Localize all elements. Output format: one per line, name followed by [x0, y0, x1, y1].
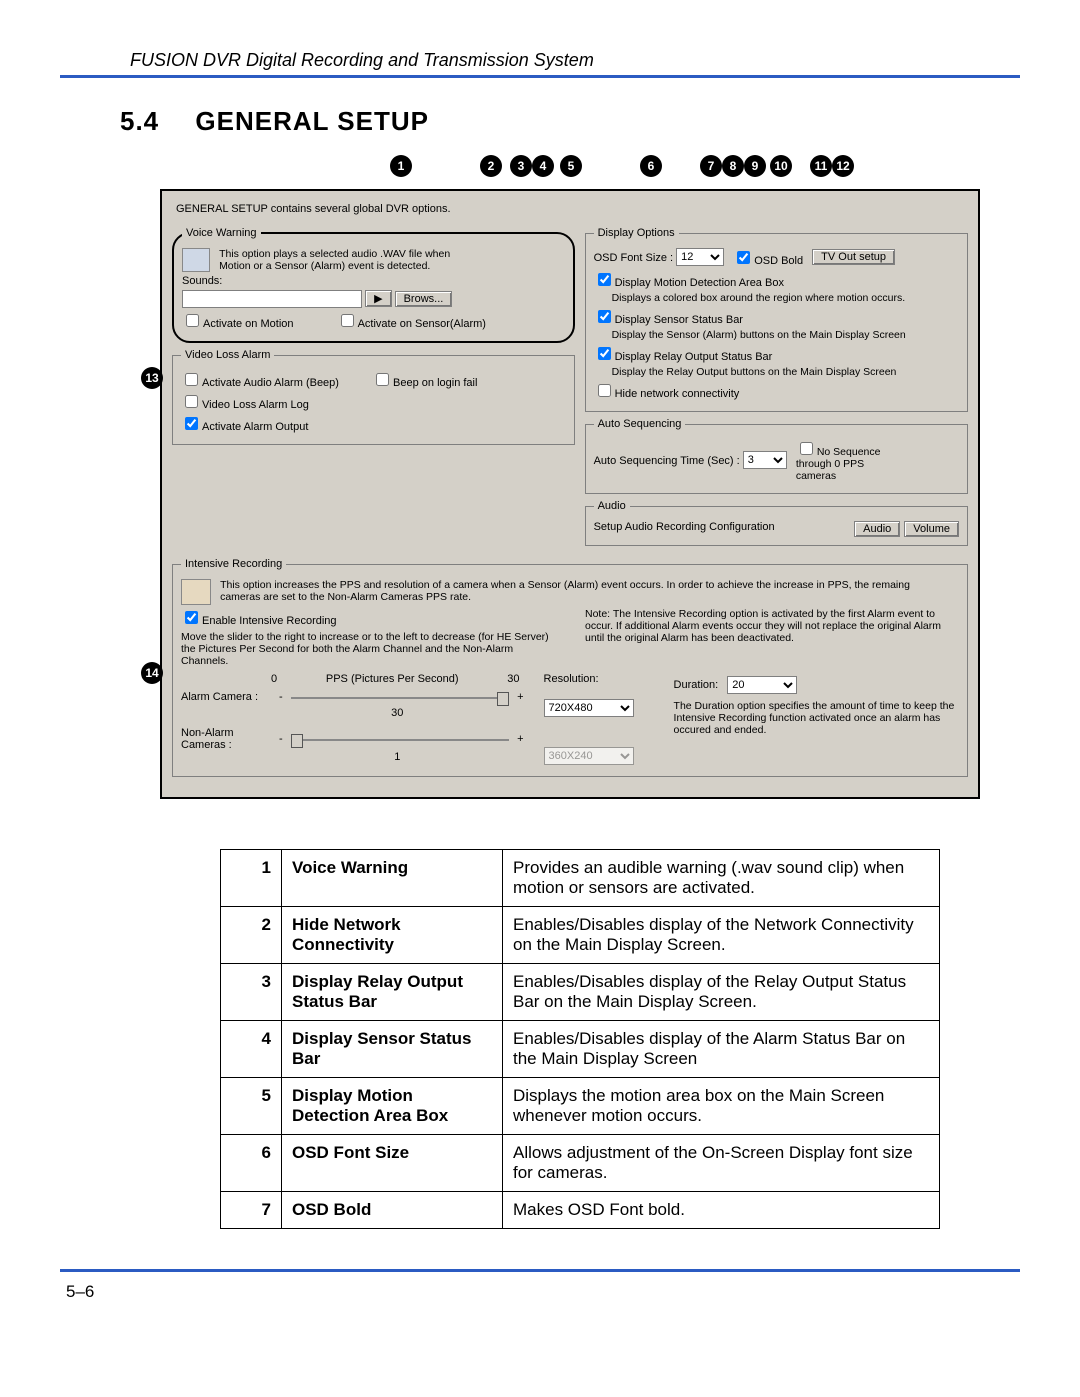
voice-warning-desc: This option plays a selected audio .WAV … — [219, 248, 479, 272]
auto-seq-time-select[interactable]: 3 — [743, 451, 787, 469]
intensive-recording-group: 14 Intensive Recording This option incre… — [172, 558, 968, 777]
non-alarm-camera-slider[interactable] — [291, 733, 509, 747]
display-sensor-bar[interactable]: Display Sensor Status Bar — [594, 314, 743, 326]
section-title: GENERAL SETUP — [195, 106, 429, 136]
browse-button[interactable]: Brows... — [395, 291, 453, 307]
camera-icon — [181, 579, 211, 605]
callout-11: 11 — [810, 155, 832, 177]
voice-warning-group: Voice Warning This option plays a select… — [172, 227, 575, 343]
table-row: 7OSD BoldMakes OSD Font bold. — [221, 1192, 940, 1229]
table-row: 6OSD Font SizeAllows adjustment of the O… — [221, 1135, 940, 1192]
display-motion-box-desc: Displays a colored box around the region… — [594, 292, 959, 304]
alarm-camera-value: 30 — [181, 707, 524, 719]
callout-7: 7 — [700, 155, 722, 177]
callout-4: 4 — [532, 155, 554, 177]
osd-font-size-label: OSD Font Size : — [594, 252, 673, 264]
callout-10: 10 — [770, 155, 792, 177]
voice-warning-legend: Voice Warning — [182, 227, 261, 239]
table-row: 1Voice WarningProvides an audible warnin… — [221, 850, 940, 907]
display-sensor-bar-desc: Display the Sensor (Alarm) buttons on th… — [594, 329, 959, 341]
table-row: 4Display Sensor Status BarEnables/Disabl… — [221, 1021, 940, 1078]
duration-label: Duration: — [674, 679, 719, 691]
audio-group: Audio Setup Audio Recording Configuratio… — [585, 500, 968, 546]
callout-9: 9 — [744, 155, 766, 177]
audio-legend: Audio — [594, 500, 630, 512]
sounds-label: Sounds: — [182, 275, 565, 287]
callout-3: 3 — [510, 155, 532, 177]
non-alarm-camera-label: Non-Alarm Cameras : — [181, 727, 271, 751]
intensive-desc: This option increases the PPS and resolu… — [220, 579, 936, 603]
no-sequence-0pps[interactable]: No Sequence through 0 PPS cameras — [796, 439, 906, 482]
play-button[interactable]: ▶ — [365, 290, 391, 307]
enable-intensive-recording[interactable]: Enable Intensive Recording — [181, 615, 337, 627]
callout-1: 1 — [390, 155, 412, 177]
callout-8: 8 — [722, 155, 744, 177]
auto-seq-time-label: Auto Sequencing Time (Sec) : — [594, 455, 740, 467]
callout-14: 14 — [141, 662, 163, 684]
panel-intro: GENERAL SETUP contains several global DV… — [176, 203, 964, 215]
video-loss-group: 13 Video Loss Alarm Activate Audio Alarm… — [172, 349, 575, 445]
activate-alarm-output[interactable]: Activate Alarm Output — [181, 421, 308, 433]
hide-network-connectivity[interactable]: Hide network connectivity — [594, 388, 740, 400]
callout-6: 6 — [640, 155, 662, 177]
callout-5: 5 — [560, 155, 582, 177]
display-options-group: Display Options OSD Font Size : 12 OSD B… — [585, 227, 968, 412]
alarm-resolution-select[interactable]: 720X480 — [544, 699, 634, 717]
activate-on-motion[interactable]: Activate on Motion — [182, 311, 294, 330]
bottom-rule — [60, 1269, 1020, 1272]
sounds-path-input[interactable] — [182, 290, 362, 308]
auto-sequencing-group: Auto Sequencing Auto Sequencing Time (Se… — [585, 418, 968, 494]
section-heading: 5.4 GENERAL SETUP — [120, 106, 1020, 137]
callout-table: 1Voice WarningProvides an audible warnin… — [220, 849, 940, 1229]
resolution-label: Resolution: — [544, 673, 654, 685]
activate-audio-alarm[interactable]: Activate Audio Alarm (Beep) — [181, 370, 339, 389]
tv-out-setup-button[interactable]: TV Out setup — [812, 249, 895, 265]
callout-2: 2 — [480, 155, 502, 177]
beep-on-login-fail[interactable]: Beep on login fail — [372, 370, 477, 389]
osd-bold-checkbox[interactable]: OSD Bold — [733, 248, 803, 267]
pps-scale-max: 30 — [507, 673, 519, 685]
audio-desc: Setup Audio Recording Configuration — [594, 521, 775, 533]
non-alarm-resolution-select: 360X240 — [544, 747, 634, 765]
video-loss-legend: Video Loss Alarm — [181, 349, 274, 361]
section-number: 5.4 — [120, 106, 159, 136]
callout-row: 1 2 3 4 5 6 7 8 9 10 11 12 — [160, 155, 980, 189]
intensive-note: Note: The Intensive Recording option is … — [585, 608, 959, 667]
table-row: 3Display Relay Output Status BarEnables/… — [221, 964, 940, 1021]
intensive-recording-legend: Intensive Recording — [181, 558, 286, 570]
pps-scale-min: 0 — [271, 673, 277, 685]
running-header: FUSION DVR Digital Recording and Transmi… — [130, 50, 1020, 71]
volume-button[interactable]: Volume — [904, 521, 959, 537]
page-number: 5–6 — [66, 1282, 1020, 1302]
table-row: 2Hide Network ConnectivityEnables/Disabl… — [221, 907, 940, 964]
alarm-camera-label: Alarm Camera : — [181, 691, 271, 703]
globe-icon — [182, 248, 210, 272]
general-setup-panel: GENERAL SETUP contains several global DV… — [160, 189, 980, 799]
audio-button[interactable]: Audio — [854, 521, 900, 537]
duration-desc: The Duration option specifies the amount… — [674, 700, 959, 736]
display-relay-bar[interactable]: Display Relay Output Status Bar — [594, 351, 773, 363]
display-relay-bar-desc: Display the Relay Output buttons on the … — [594, 366, 959, 378]
callout-13: 13 — [141, 367, 163, 389]
slider-help: Move the slider to the right to increase… — [181, 631, 555, 667]
callout-12: 12 — [832, 155, 854, 177]
top-rule — [60, 75, 1020, 78]
auto-sequencing-legend: Auto Sequencing — [594, 418, 686, 430]
display-options-legend: Display Options — [594, 227, 679, 239]
osd-font-size-select[interactable]: 12 — [676, 248, 724, 266]
pps-scale-label: PPS (Pictures Per Second) — [326, 673, 459, 685]
duration-select[interactable]: 20 — [727, 676, 797, 694]
non-alarm-camera-value: 1 — [181, 751, 524, 763]
alarm-camera-slider[interactable] — [291, 691, 509, 705]
activate-on-sensor[interactable]: Activate on Sensor(Alarm) — [337, 311, 486, 330]
video-loss-log[interactable]: Video Loss Alarm Log — [181, 399, 309, 411]
table-row: 5Display Motion Detection Area BoxDispla… — [221, 1078, 940, 1135]
display-motion-box[interactable]: Display Motion Detection Area Box — [594, 277, 784, 289]
